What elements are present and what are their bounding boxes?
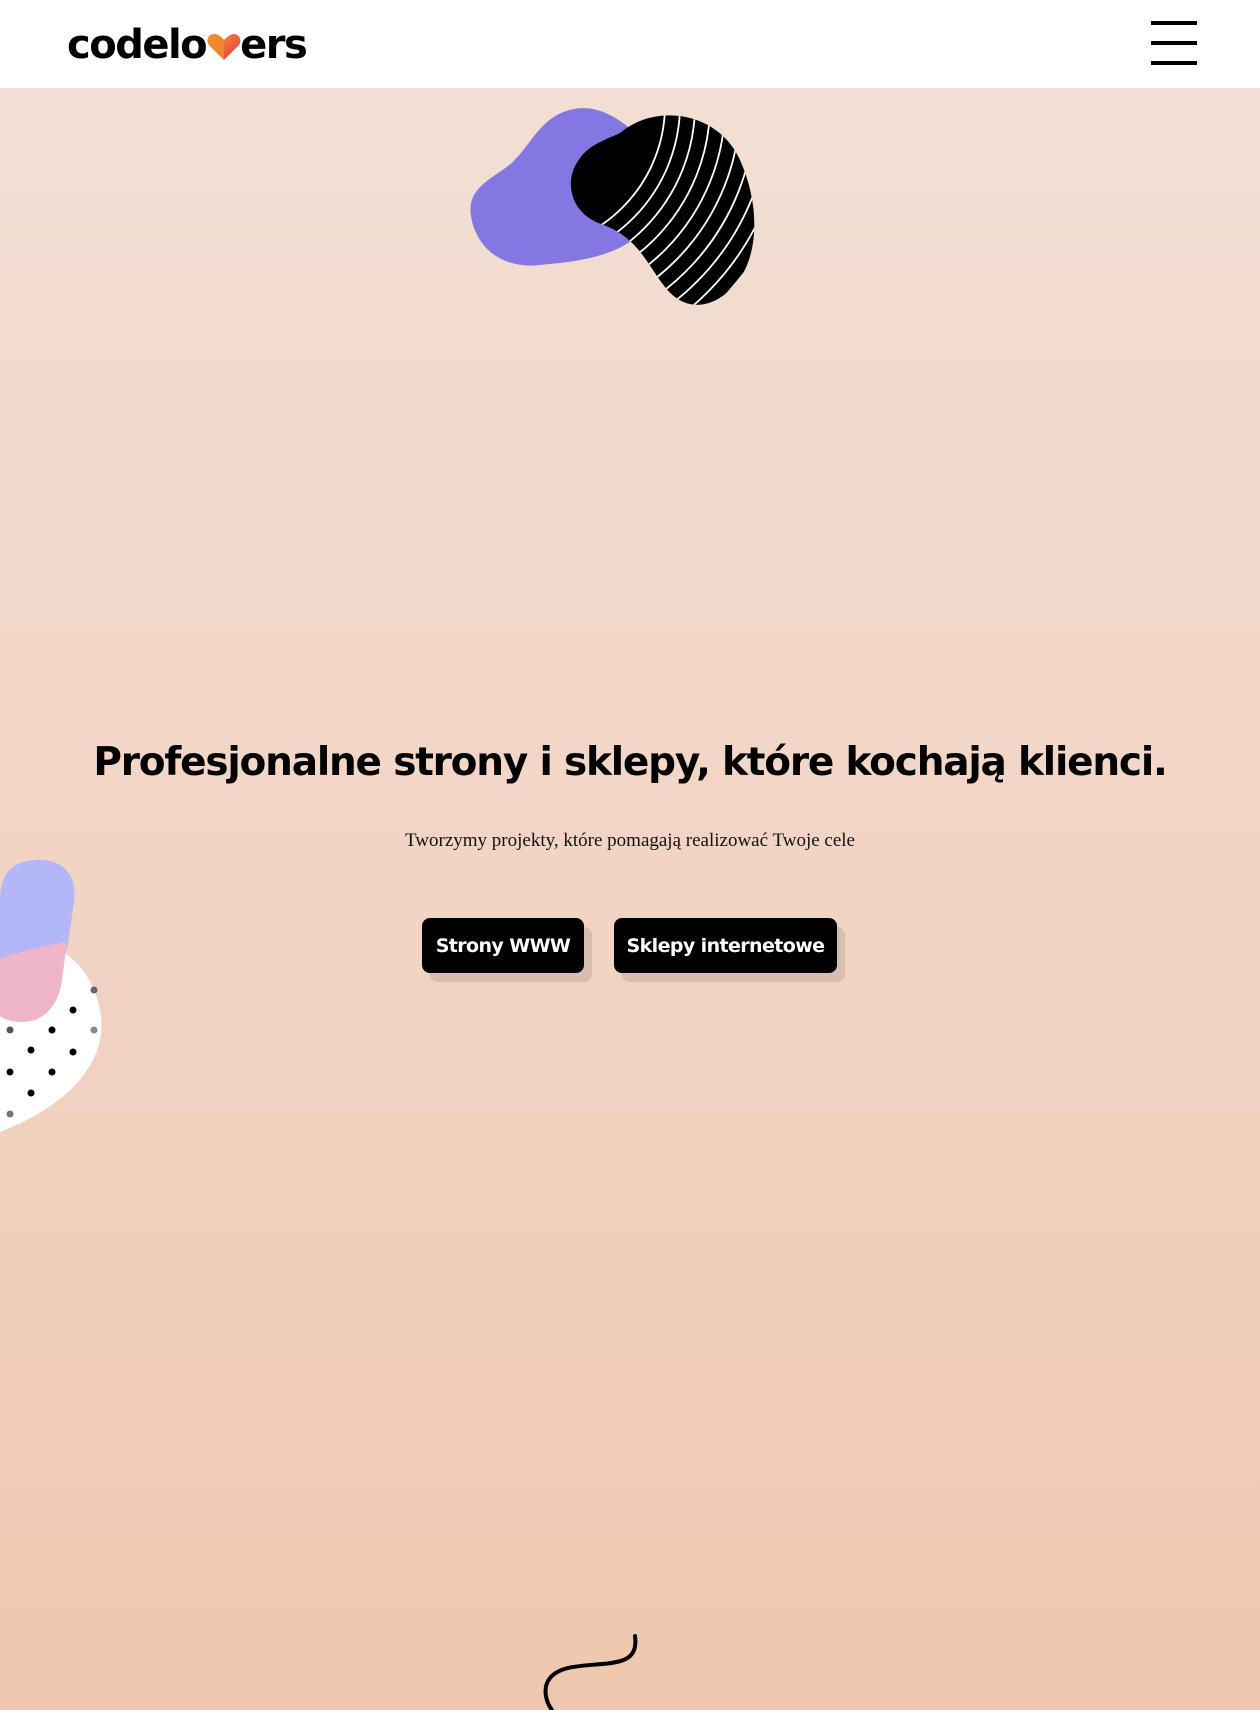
hero-subtitle: Tworzymy projekty, które pomagają realiz…: [405, 830, 855, 851]
websites-button[interactable]: Strony WWW: [422, 918, 584, 973]
logo-text-end: ers: [240, 22, 308, 68]
hero-title: Profesjonalne strony i sklepy, które koc…: [93, 740, 1167, 785]
hamburger-menu-icon[interactable]: [1151, 21, 1197, 66]
hamburger-line: [1151, 21, 1197, 25]
decorative-squiggle: [543, 1634, 638, 1710]
logo[interactable]: codelo ers: [67, 22, 308, 68]
heart-icon: [207, 34, 241, 60]
decorative-blob-group: [470, 108, 755, 305]
logo-text-start: codelo: [67, 22, 208, 68]
site-header: codelo ers: [0, 0, 1260, 89]
hamburger-line: [1151, 61, 1197, 65]
hero-buttons: Strony WWW Sklepy internetowe: [0, 918, 1260, 980]
decorative-pill-dots: [0, 860, 102, 1132]
hamburger-line: [1151, 41, 1197, 45]
online-shops-button[interactable]: Sklepy internetowe: [614, 918, 837, 973]
